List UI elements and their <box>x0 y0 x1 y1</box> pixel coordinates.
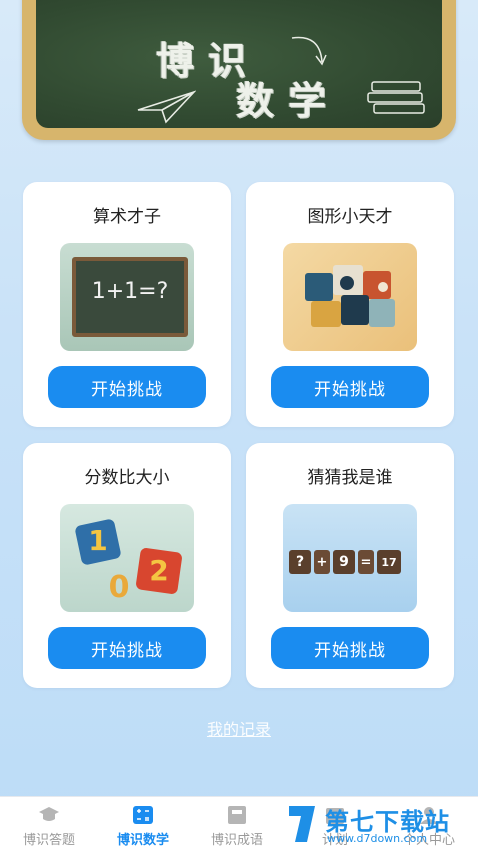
tab-label: 博识答题 <box>22 833 75 848</box>
tab-idioms[interactable]: 博识成语 <box>192 801 282 848</box>
card-title: 猜猜我是谁 <box>307 468 393 488</box>
start-challenge-button-fractions[interactable]: 开始挑战 <box>48 627 206 669</box>
graduation-cap-icon <box>39 807 59 821</box>
site-watermark: 第七下载站 www.d7down.com <box>285 800 478 850</box>
game-card-arithmetic: 算术才子 1+1=? 开始挑战 <box>23 182 231 427</box>
chalkboard-image-text: 1+1=? <box>91 279 169 304</box>
start-challenge-button-guess[interactable]: 开始挑战 <box>271 627 429 669</box>
book-icon <box>228 806 246 824</box>
tab-label: 博识数学 <box>116 833 169 848</box>
card-title: 分数比大小 <box>84 468 170 488</box>
equation-blocks-image: ? + 9 = 17 <box>283 504 417 612</box>
tile-seventeen: 17 <box>377 550 401 574</box>
start-challenge-button-shapes[interactable]: 开始挑战 <box>271 366 429 408</box>
tab-math[interactable]: 博识数学 <box>98 801 188 848</box>
block-digit-2: 2 <box>149 554 169 587</box>
game-card-shapes: 图形小天才 开始挑战 <box>246 182 454 427</box>
chalkboard: 博识 数学 <box>36 0 442 128</box>
chalkboard-image: 1+1=? <box>60 243 194 351</box>
banner-title-line2: 数学 <box>236 79 341 123</box>
tab-label: 博识成语 <box>210 833 263 848</box>
puzzle-image <box>283 243 417 351</box>
game-card-guess: 猜猜我是谁 ? + 9 = 17 开始挑战 <box>246 443 454 688</box>
calculator-icon <box>133 806 153 824</box>
puzzle-pieces-icon <box>305 265 395 327</box>
watermark-logo-icon <box>289 806 315 842</box>
chalkboard-banner: 博识 数学 <box>22 0 456 140</box>
game-card-fractions: 分数比大小 1 2 0 开始挑战 <box>23 443 231 688</box>
books-stack-icon <box>367 81 425 114</box>
tile-nine: 9 <box>333 550 355 574</box>
watermark-url: www.d7down.com <box>327 832 428 845</box>
block-digit-1: 1 <box>88 524 108 557</box>
my-records-link[interactable]: 我的记录 <box>0 716 478 740</box>
card-title: 算术才子 <box>93 207 161 227</box>
paper-plane-icon <box>137 90 196 124</box>
tile-equals: = <box>358 550 374 574</box>
card-title: 图形小天才 <box>307 207 393 227</box>
tile-plus: + <box>314 550 330 574</box>
tab-quiz[interactable]: 博识答题 <box>4 801 94 848</box>
start-challenge-button-arithmetic[interactable]: 开始挑战 <box>48 366 206 408</box>
block-digit-0: 0 <box>108 570 130 605</box>
tile-question: ? <box>289 550 311 574</box>
arrow-doodle-icon <box>291 36 327 66</box>
number-blocks-image: 1 2 0 <box>60 504 194 612</box>
